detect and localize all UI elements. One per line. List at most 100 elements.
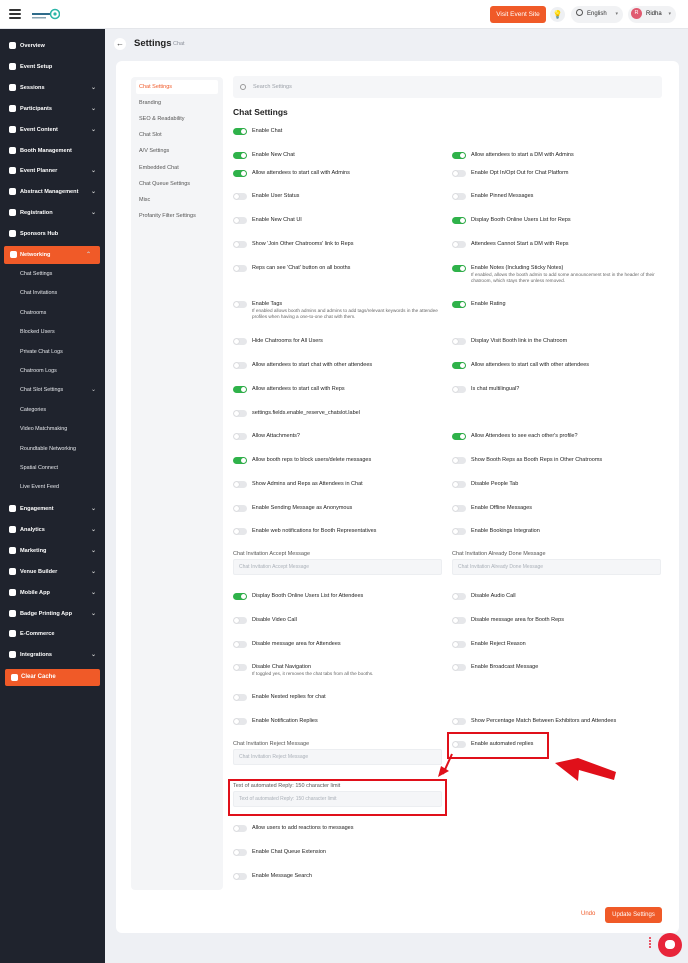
toggle-switch[interactable] <box>233 128 247 135</box>
chat-bubble-icon[interactable] <box>658 933 682 957</box>
toggle-switch[interactable] <box>233 362 247 369</box>
menu-icon[interactable] <box>9 9 21 19</box>
tab-seo-readability[interactable]: SEO & Readability <box>136 112 218 126</box>
sidebar-subitem-blocked-users[interactable]: Blocked Users <box>20 324 100 340</box>
sidebar-subitem-roundtable-networking[interactable]: Roundtable Networking <box>20 441 100 457</box>
toggle-switch[interactable] <box>452 641 466 648</box>
lightbulb-icon[interactable]: 💡 <box>550 7 565 22</box>
sidebar-subitem-chat-settings[interactable]: Chat Settings <box>20 266 100 282</box>
tab-chat-queue-settings[interactable]: Chat Queue Settings <box>136 177 218 191</box>
visit-event-site-button[interactable]: Visit Event Site <box>490 6 546 23</box>
sidebar-item-overview[interactable]: Overview <box>0 37 105 55</box>
toggle-switch[interactable] <box>233 410 247 417</box>
toggle-switch[interactable] <box>452 301 466 308</box>
sidebar-item-marketing[interactable]: Marketing ⌄ <box>0 542 105 560</box>
tab-branding[interactable]: Branding <box>136 96 218 110</box>
toggle-switch[interactable] <box>233 694 247 701</box>
toggle-switch[interactable] <box>452 617 466 624</box>
toggle-switch[interactable] <box>233 193 247 200</box>
sidebar-item-venue-builder[interactable]: Venue Builder ⌄ <box>0 563 105 581</box>
sidebar-subitem-chatroom-logs[interactable]: Chatroom Logs <box>20 363 100 379</box>
toggle-switch[interactable] <box>233 241 247 248</box>
sidebar-item-booth-management[interactable]: Booth Management <box>0 142 105 160</box>
tab-profanity-filter-settings[interactable]: Profanity Filter Settings <box>136 209 218 223</box>
toggle-switch[interactable] <box>452 193 466 200</box>
toggle-switch[interactable] <box>452 170 466 177</box>
toggle-switch[interactable] <box>233 457 247 464</box>
drag-handle-icon[interactable] <box>649 937 655 951</box>
toggle-switch[interactable] <box>452 593 466 600</box>
sidebar-item-event-planner[interactable]: Event Planner ⌄ <box>0 162 105 180</box>
sidebar-subitem-private-chat-logs[interactable]: Private Chat Logs <box>20 344 100 360</box>
toggle-switch[interactable] <box>233 481 247 488</box>
toggle-switch[interactable] <box>233 170 247 177</box>
sidebar-item-mobile-app[interactable]: Mobile App ⌄ <box>0 584 105 602</box>
sidebar-item-abstract-management[interactable]: Abstract Management ⌄ <box>0 183 105 201</box>
sidebar-item-event-setup[interactable]: Event Setup <box>0 58 105 76</box>
toggle-switch[interactable] <box>233 301 247 308</box>
toggle-switch[interactable] <box>233 386 247 393</box>
tab-embedded-chat[interactable]: Embedded Chat <box>136 161 218 175</box>
sidebar-item-badge-printing-app[interactable]: Badge Printing App ⌄ <box>0 605 105 623</box>
sidebar-subitem-chatrooms[interactable]: Chatrooms <box>20 305 100 321</box>
search-input[interactable]: Search Settings <box>233 76 662 98</box>
toggle-switch[interactable] <box>452 241 466 248</box>
sidebar-subitem-chat-invitations[interactable]: Chat Invitations <box>20 285 100 301</box>
toggle-switch[interactable] <box>452 265 466 272</box>
sidebar-subitem-live-event-feed[interactable]: Live Event Feed <box>20 479 100 495</box>
toggle-switch[interactable] <box>452 338 466 345</box>
tab-misc[interactable]: Misc <box>136 193 218 207</box>
toggle-switch[interactable] <box>452 457 466 464</box>
toggle-switch[interactable] <box>452 505 466 512</box>
toggle-switch[interactable] <box>452 433 466 440</box>
sidebar-item-sponsors-hub[interactable]: Sponsors Hub <box>0 225 105 243</box>
toggle-switch[interactable] <box>452 664 466 671</box>
sidebar-item-e-commerce[interactable]: E-Commerce <box>0 625 105 643</box>
toggle-switch[interactable] <box>233 641 247 648</box>
toggle-switch[interactable] <box>233 825 247 832</box>
tab-chat-slot[interactable]: Chat Slot <box>136 128 218 142</box>
toggle-switch[interactable] <box>452 481 466 488</box>
clear-cache-button[interactable]: Clear Cache <box>5 669 100 686</box>
language-selector[interactable]: English ▾ <box>571 6 623 23</box>
sidebar-subitem-chat-slot-settings[interactable]: Chat Slot Settings <box>20 382 100 398</box>
chat-invitation-reject-message-input[interactable]: Chat Invitation Reject Message <box>233 749 442 765</box>
sidebar-item-sessions[interactable]: Sessions ⌄ <box>0 79 105 97</box>
sidebar-subitem-categories[interactable]: Categories <box>20 402 100 418</box>
toggle-switch[interactable] <box>233 152 247 159</box>
toggle-switch[interactable] <box>233 265 247 272</box>
toggle-switch[interactable] <box>452 386 466 393</box>
toggle-switch[interactable] <box>233 873 247 880</box>
sidebar-item-participants[interactable]: Participants ⌄ <box>0 100 105 118</box>
toggle-switch[interactable] <box>233 528 247 535</box>
chat-invitation-already-done-message-input[interactable]: Chat Invitation Already Done Message <box>452 559 661 575</box>
sidebar-subitem-video-matchmaking[interactable]: Video Matchmaking <box>20 421 100 437</box>
toggle-switch[interactable] <box>233 617 247 624</box>
toggle-switch[interactable] <box>233 593 247 600</box>
toggle-switch[interactable] <box>233 718 247 725</box>
sidebar-item-analytics[interactable]: Analytics ⌄ <box>0 521 105 539</box>
undo-button[interactable]: Undo <box>581 911 595 917</box>
toggle-switch[interactable] <box>233 505 247 512</box>
sidebar-item-event-content[interactable]: Event Content ⌄ <box>0 121 105 139</box>
sidebar-item-integrations[interactable]: Integrations ⌄ <box>0 646 105 664</box>
toggle-switch[interactable] <box>452 528 466 535</box>
toggle-switch[interactable] <box>233 849 247 856</box>
toggle-switch[interactable] <box>452 718 466 725</box>
toggle-switch[interactable] <box>452 217 466 224</box>
toggle-switch[interactable] <box>452 362 466 369</box>
sidebar-item-engagement[interactable]: Engagement ⌄ <box>0 500 105 518</box>
toggle-switch[interactable] <box>233 664 247 671</box>
toggle-switch[interactable] <box>233 217 247 224</box>
toggle-switch[interactable] <box>233 338 247 345</box>
user-menu[interactable]: R Ridha ▾ <box>628 6 676 23</box>
update-settings-button[interactable]: Update Settings <box>605 907 662 923</box>
tab-chat-settings[interactable]: Chat Settings <box>136 80 218 94</box>
back-arrow-icon[interactable]: ← <box>114 38 126 50</box>
chat-invitation-accept-message-input[interactable]: Chat Invitation Accept Message <box>233 559 442 575</box>
toggle-switch[interactable] <box>452 152 466 159</box>
sidebar-item-registration[interactable]: Registration ⌄ <box>0 204 105 222</box>
sidebar-item-networking[interactable]: Networking ⌃ <box>4 246 100 264</box>
tab-a-v-settings[interactable]: A/V Settings <box>136 144 218 158</box>
sidebar-subitem-spatial-connect[interactable]: Spatial Connect <box>20 460 100 476</box>
